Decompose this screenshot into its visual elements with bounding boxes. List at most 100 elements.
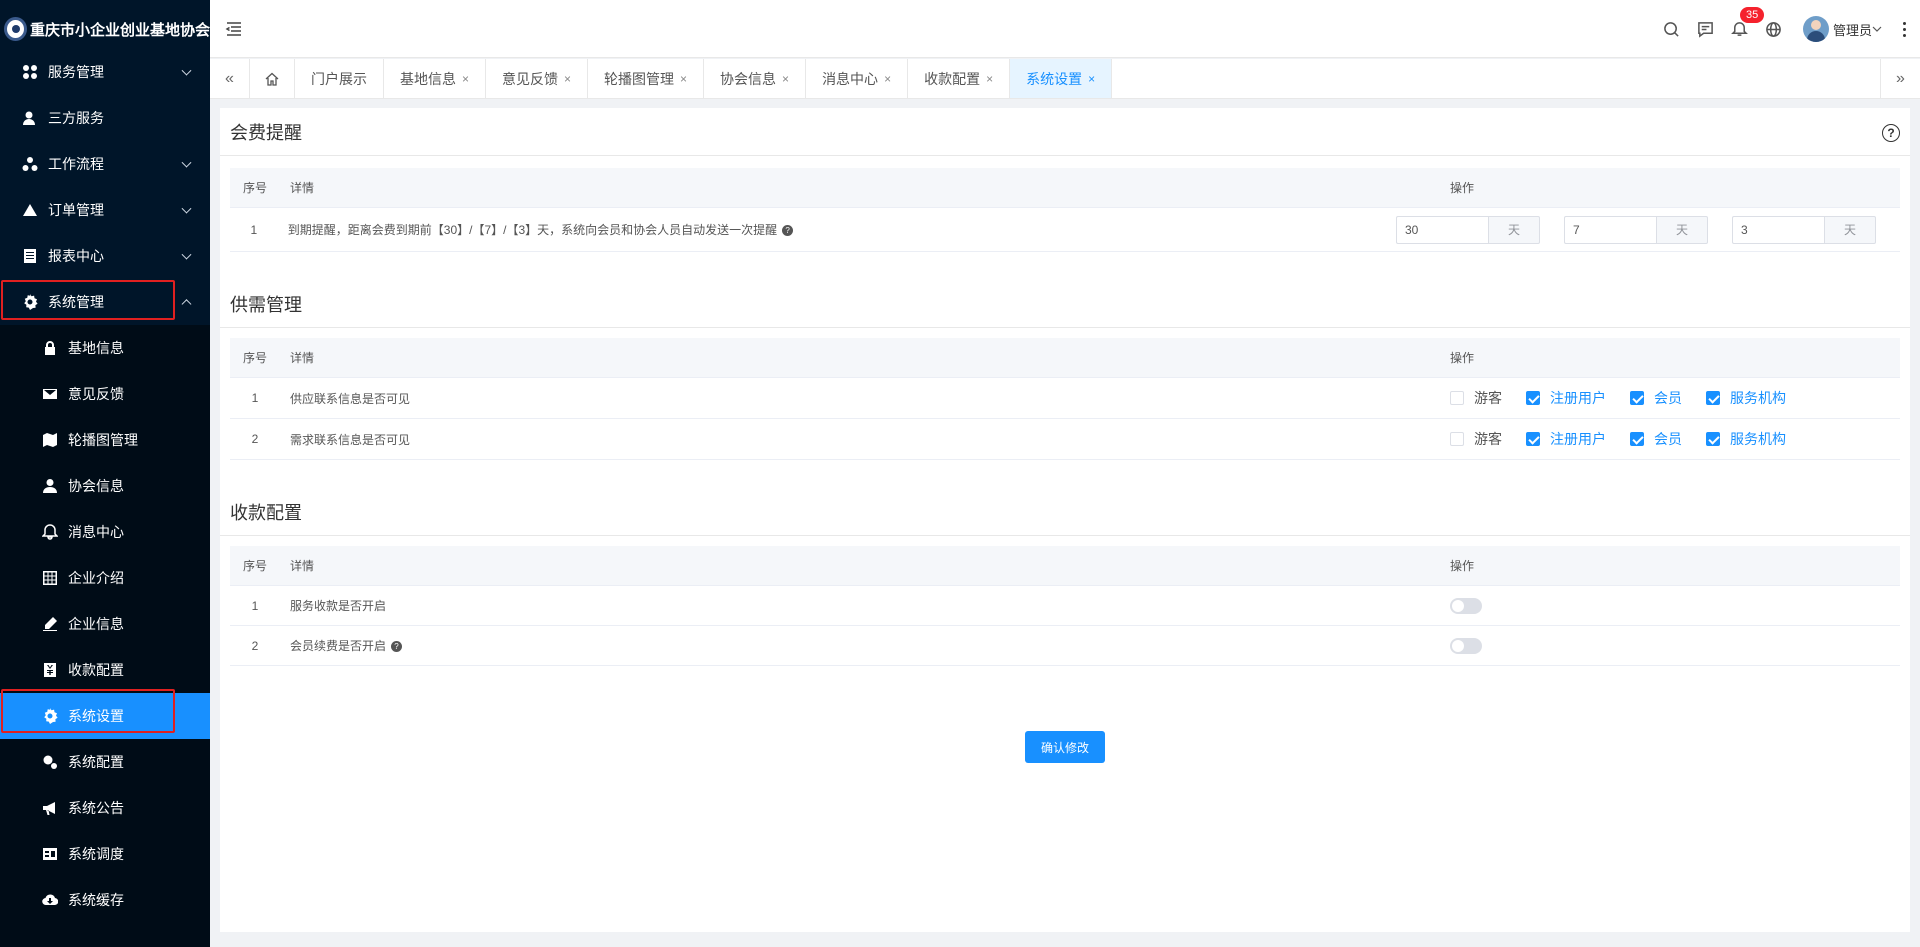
checkbox-visitor[interactable]: 游客 bbox=[1450, 388, 1502, 408]
chevron-down-icon bbox=[1872, 26, 1882, 32]
globe-icon[interactable] bbox=[1757, 21, 1791, 38]
checkbox-registered[interactable]: 注册用户 bbox=[1526, 429, 1606, 449]
sidebar-item-more[interactable] bbox=[0, 923, 210, 947]
sidebar-item-system-settings[interactable]: 系统设置 bbox=[0, 693, 210, 739]
message-icon[interactable] bbox=[1689, 21, 1723, 38]
checkbox-label: 会员 bbox=[1654, 390, 1682, 406]
col-detail: 详情 bbox=[290, 181, 315, 195]
days-input-3[interactable] bbox=[1732, 215, 1824, 244]
tab-association[interactable]: 协会信息 × bbox=[704, 59, 807, 98]
tab-base-info[interactable]: 基地信息 × bbox=[384, 59, 487, 98]
row-index: 2 bbox=[251, 432, 259, 446]
col-action: 操作 bbox=[1450, 351, 1475, 365]
toggle-service-payment[interactable] bbox=[1450, 597, 1482, 614]
tab-portal[interactable]: 门户展示 bbox=[295, 59, 384, 98]
section-title-text: 供需管理 bbox=[230, 294, 302, 315]
close-icon[interactable]: × bbox=[462, 72, 469, 86]
close-icon[interactable]: × bbox=[782, 72, 789, 86]
tab-messages[interactable]: 消息中心 × bbox=[806, 59, 909, 98]
more-vertical-icon[interactable] bbox=[1894, 21, 1914, 37]
user-tie-icon bbox=[42, 478, 58, 494]
sidebar-item-system-management[interactable]: 系统管理 bbox=[0, 279, 210, 325]
days-input-2[interactable] bbox=[1564, 215, 1656, 244]
sidebar-item-label: 轮播图管理 bbox=[68, 432, 138, 448]
grid-icon bbox=[42, 570, 58, 586]
checkbox-registered[interactable]: 注册用户 bbox=[1526, 388, 1606, 408]
close-icon[interactable]: × bbox=[680, 72, 687, 86]
menu-fold-icon[interactable] bbox=[225, 20, 243, 38]
sidebar-item-label: 三方服务 bbox=[48, 110, 104, 126]
sidebar-item-company-intro[interactable]: 企业介绍 bbox=[0, 555, 210, 601]
workflow-icon bbox=[22, 156, 38, 172]
sidebar-item-label: 企业信息 bbox=[68, 616, 124, 632]
checkbox-label: 注册用户 bbox=[1550, 390, 1606, 406]
user-name: 管理员 bbox=[1832, 22, 1872, 38]
close-icon[interactable]: × bbox=[986, 72, 993, 86]
chevron-down-icon bbox=[181, 157, 192, 168]
close-icon[interactable]: × bbox=[884, 72, 891, 86]
question-icon[interactable]: ? bbox=[391, 641, 403, 653]
days-input-1[interactable] bbox=[1396, 215, 1488, 244]
avatar bbox=[1802, 16, 1829, 42]
tab-next-icon[interactable]: » bbox=[1880, 59, 1920, 99]
confirm-button[interactable]: 确认修改 bbox=[1025, 731, 1105, 763]
checkbox-label: 服务机构 bbox=[1730, 431, 1786, 447]
unit-label: 天 bbox=[1824, 215, 1876, 244]
user-menu[interactable]: 管理员 bbox=[1802, 16, 1882, 42]
chevron-down-icon bbox=[181, 203, 192, 214]
checkbox-service-org[interactable]: 服务机构 bbox=[1706, 429, 1786, 449]
tab-feedback[interactable]: 意见反馈 × bbox=[486, 59, 589, 98]
col-index: 序号 bbox=[242, 559, 267, 573]
sidebar-item-system-config[interactable]: 系统配置 bbox=[0, 739, 210, 785]
mail-icon bbox=[42, 386, 58, 402]
sidebar-item-orders[interactable]: 订单管理 bbox=[0, 187, 210, 233]
row-action: 游客 注册用户 会员 服务机构 bbox=[1450, 388, 1900, 408]
tab-system-settings[interactable]: 系统设置 × bbox=[1010, 59, 1113, 98]
checkbox-label: 会员 bbox=[1654, 431, 1682, 447]
sidebar-item-company-info[interactable]: 企业信息 bbox=[0, 601, 210, 647]
bell-icon bbox=[42, 524, 58, 540]
sidebar-item-system-cache[interactable]: 系统缓存 bbox=[0, 877, 210, 923]
apps-icon bbox=[22, 64, 38, 80]
sidebar-item-feedback[interactable]: 意见反馈 bbox=[0, 371, 210, 417]
checkbox-label: 注册用户 bbox=[1550, 431, 1606, 447]
sidebar-item-label: 企业介绍 bbox=[68, 570, 124, 586]
search-icon[interactable] bbox=[1655, 21, 1689, 38]
checkbox-visitor[interactable]: 游客 bbox=[1450, 429, 1502, 449]
tab-banner[interactable]: 轮播图管理 × bbox=[588, 59, 705, 98]
sidebar-item-payment-config[interactable]: 收款配置 bbox=[0, 647, 210, 693]
help-icon[interactable]: ? bbox=[1882, 124, 1900, 142]
tab-home[interactable] bbox=[250, 59, 295, 98]
row-index: 1 bbox=[250, 222, 258, 237]
sidebar-item-label: 意见反馈 bbox=[68, 386, 124, 402]
sidebar-item-third-party[interactable]: 三方服务 bbox=[0, 95, 210, 141]
tab-payment-config[interactable]: 收款配置 × bbox=[908, 59, 1011, 98]
toggle-member-renewal[interactable] bbox=[1450, 637, 1482, 654]
tab-label: 消息中心 bbox=[822, 70, 879, 87]
sidebar-item-messages[interactable]: 消息中心 bbox=[0, 509, 210, 555]
question-icon[interactable]: ? bbox=[782, 225, 794, 237]
sidebar-item-reports[interactable]: 报表中心 bbox=[0, 233, 210, 279]
top-header: 35 管理员 bbox=[210, 0, 1920, 58]
payment-table: 序号 详情 操作 1 服务收款是否开启 2 会员续费是否开启? bbox=[230, 546, 1900, 666]
sidebar-item-system-schedule[interactable]: 系统调度 bbox=[0, 831, 210, 877]
sidebar-item-system-notice[interactable]: 系统公告 bbox=[0, 785, 210, 831]
sidebar-item-service-management[interactable]: 服务管理 bbox=[0, 49, 210, 95]
close-icon[interactable]: × bbox=[564, 72, 571, 86]
sidebar-item-base-info[interactable]: 基地信息 bbox=[0, 325, 210, 371]
unit-label: 天 bbox=[1488, 215, 1540, 244]
sidebar-item-label: 系统公告 bbox=[68, 800, 124, 816]
checkbox-member[interactable]: 会员 bbox=[1630, 388, 1682, 408]
sidebar-item-workflow[interactable]: 工作流程 bbox=[0, 141, 210, 187]
bell-icon[interactable]: 35 bbox=[1723, 6, 1765, 38]
checkbox-member[interactable]: 会员 bbox=[1630, 429, 1682, 449]
checkbox-service-org[interactable]: 服务机构 bbox=[1706, 388, 1786, 408]
gear-icon bbox=[42, 708, 58, 724]
chevron-down-icon bbox=[181, 249, 192, 260]
col-action: 操作 bbox=[1450, 559, 1475, 573]
sidebar-item-banner[interactable]: 轮播图管理 bbox=[0, 417, 210, 463]
sidebar-item-association[interactable]: 协会信息 bbox=[0, 463, 210, 509]
checkbox-label: 游客 bbox=[1474, 390, 1502, 406]
close-icon[interactable]: × bbox=[1088, 72, 1095, 86]
tab-prev-icon[interactable]: « bbox=[210, 59, 250, 98]
